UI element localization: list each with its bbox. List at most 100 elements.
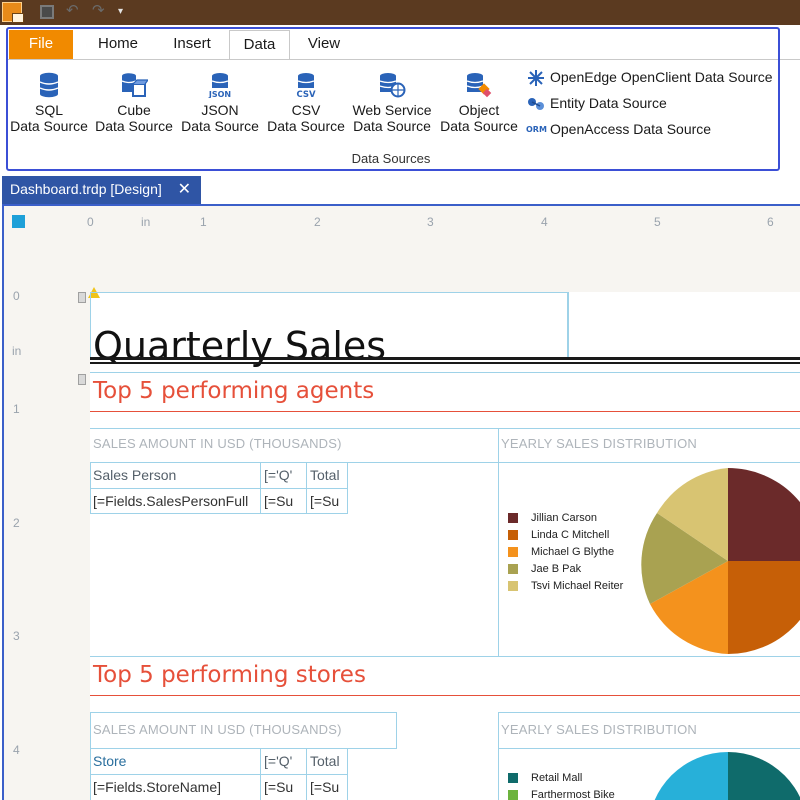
ruler-label: 1 [200,215,207,229]
csv-database-icon: CSV [296,73,316,98]
agents-pie-chart[interactable] [635,468,800,654]
tab-home[interactable]: Home [82,30,154,59]
tab-view[interactable]: View [292,30,356,59]
openaccess-label: OpenAccess Data Source [550,121,712,137]
ruler-label: 3 [427,215,434,229]
close-icon[interactable]: ✕ [178,176,191,203]
customize-toolbar-icon[interactable]: ▾ [118,5,132,19]
section-rule [90,411,800,412]
legend-label: Linda C Mitchell [531,529,610,541]
section-marker-icon[interactable] [78,374,86,385]
entity-data-source-button[interactable]: Entity Data Source [526,93,667,115]
ruler-label: 6 [767,215,774,229]
legend-label: Farthermost Bike [531,789,615,800]
guide-line [568,292,569,358]
guide-line [498,428,499,656]
sql-sublabel: Data Source [10,118,88,134]
table-cell[interactable]: [=Su [307,489,348,513]
guide-line [90,372,800,373]
table-header-cell[interactable]: [='Q' [261,749,306,773]
cube-label: Cube [117,102,151,118]
ruler-label: 2 [314,215,321,229]
report-designer[interactable]: 0 in 1 2 3 4 5 6 0 in 1 2 3 4 Quarterly … [4,206,800,800]
object-data-source-button[interactable]: Object Data Source [438,72,520,142]
guide-line [498,712,800,713]
legend-swatch [508,773,518,783]
table-header-cell[interactable]: Store [90,749,260,773]
json-database-icon: JSON [208,73,231,98]
pie-slice [728,752,800,800]
chart-caption-left: SALES AMOUNT IN USD (THOUSANDS) [93,436,342,451]
table-header-cell[interactable]: Sales Person [90,463,260,487]
ruler-label: in [141,215,151,229]
table-header-cell[interactable]: Total [307,463,348,487]
table-cell[interactable]: [=Su [261,775,306,799]
database-icon [39,72,59,98]
web-service-sublabel: Data Source [353,118,431,134]
web-service-data-source-button[interactable]: Web Service Data Source [350,72,434,142]
ribbon-tab-divider [8,59,800,60]
table-cell[interactable]: [=Su [261,489,306,513]
table-cell[interactable]: [=Fields.StoreName] [90,775,260,799]
object-label: Object [458,102,500,118]
json-data-source-button[interactable]: JSON JSON Data Source [178,72,262,142]
section-heading-stores[interactable]: Top 5 performing stores [93,662,366,688]
legend-swatch [508,564,518,574]
table-header-cell[interactable]: [='Q' [261,463,306,487]
openedge-label: OpenEdge OpenClient Data Source [550,69,773,85]
ruler-label: 2 [13,516,20,530]
ruler-label: 0 [87,215,94,229]
svg-text:CSV: CSV [296,90,316,98]
guide-line [498,748,800,749]
undo-icon[interactable]: ↶ [66,3,80,18]
entity-label: Entity Data Source [550,95,667,111]
legend-swatch [508,513,518,523]
csv-sublabel: Data Source [267,118,345,134]
guide-line [90,428,800,429]
cube-data-source-button[interactable]: Cube Data Source [92,72,176,142]
sql-data-source-button[interactable]: SQL Data Source [8,72,90,142]
openaccess-data-source-button[interactable]: ORM OpenAccess Data Source [526,119,711,141]
ruler-corner-button[interactable] [12,215,25,228]
object-database-icon [466,73,492,98]
legend-swatch [508,530,518,540]
chart-caption-right: YEARLY SALES DISTRIBUTION [501,436,697,451]
pie-slice [654,752,728,800]
tab-file[interactable]: File [9,30,73,59]
save-icon[interactable] [40,5,54,19]
legend-label: Jae B Pak [531,563,582,575]
redo-icon[interactable]: ↷ [92,3,106,18]
sql-label: SQL [34,102,63,118]
openedge-data-source-button[interactable]: OpenEdge OpenClient Data Source [526,67,773,89]
section-marker-icon[interactable] [78,292,86,303]
legend-swatch [508,581,518,591]
tab-insert[interactable]: Insert [156,30,228,59]
guide-line [90,656,800,657]
app-icon[interactable] [2,2,24,23]
design-canvas[interactable]: Quarterly Sales Top 5 performing agents … [30,232,800,800]
pie-slice [728,468,800,561]
ruler-label: 1 [13,402,20,416]
pie-slice [728,561,800,654]
table-cell[interactable]: [=Fields.SalesPersonFull [90,489,260,513]
ruler-label: 3 [13,629,20,643]
ruler-label: 4 [541,215,548,229]
legend-label: Jillian Carson [531,512,598,524]
csv-data-source-button[interactable]: CSV CSV Data Source [264,72,348,142]
svg-text:JSON: JSON [208,90,231,98]
horizontal-ruler: 0 in 1 2 3 4 5 6 [4,206,800,232]
object-sublabel: Data Source [440,118,518,134]
table-cell[interactable]: [=Su [307,775,348,799]
json-sublabel: Data Source [181,118,259,134]
document-tab[interactable]: Dashboard.trdp [Design] ✕ [2,176,201,204]
chart-caption-right: YEARLY SALES DISTRIBUTION [501,722,697,737]
legend-swatch [508,547,518,557]
section-heading-agents[interactable]: Top 5 performing agents [93,378,374,404]
tab-data[interactable]: Data [229,30,290,60]
title-rule [90,357,800,364]
table-header-cell[interactable]: Total [307,749,348,773]
cube-sublabel: Data Source [95,118,173,134]
ruler-label: 0 [13,289,20,303]
stores-pie-chart[interactable] [648,752,800,800]
ruler-label: 4 [13,743,20,757]
